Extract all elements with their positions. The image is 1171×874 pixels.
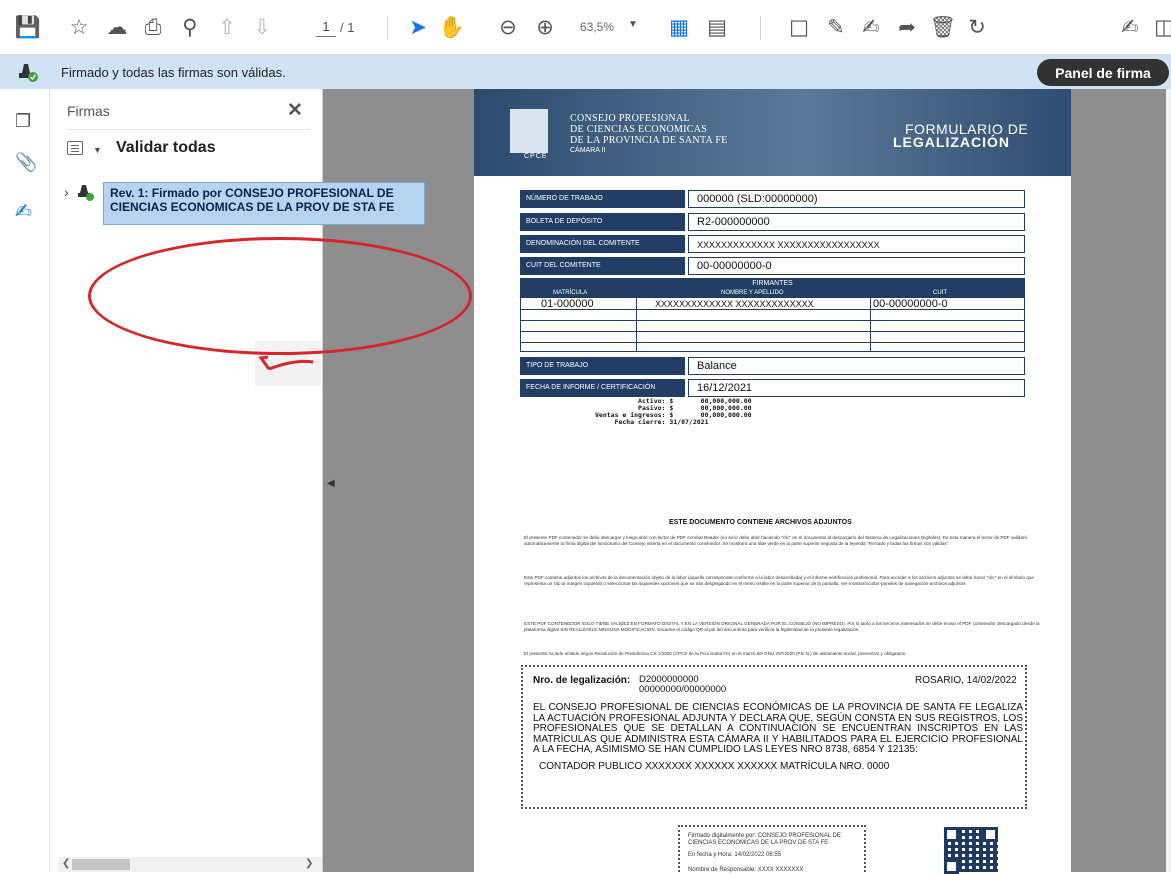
financial-summary: Activo: $ 00,000,000.00 Pasivo: $ 00,000… xyxy=(595,397,752,426)
signatures-panel: Firmas ✕ ▼ Validar todas › Rev. 1: Firma… xyxy=(50,89,472,872)
cpce-logo xyxy=(510,109,548,153)
collapse-panel-icon[interactable]: ◀ xyxy=(327,478,335,489)
org-name: CONSEJO PROFESIONAL DE CIENCIAS ECONOMIC… xyxy=(570,113,728,146)
legalization-label: Nro. de legalización: xyxy=(533,675,631,686)
navigation-rail: ❐ 📎 ✍ xyxy=(0,89,50,872)
table-rule xyxy=(636,289,637,352)
table-rule xyxy=(870,289,871,352)
camara-label: CÁMARA II xyxy=(570,147,606,154)
signed-date: En fecha y Hora: 14/02/2022 08:55 xyxy=(688,852,782,858)
field-value: XXXXXXXXXXXXX XXXXXXXXXXXXXXXXX xyxy=(688,235,1025,253)
field-value: 00-00000000-0 xyxy=(688,257,1025,275)
zoom-level[interactable]: 63,5% xyxy=(580,20,614,34)
field-label: CUIT DEL COMITENTE xyxy=(520,257,685,275)
cpce-label: CPCE xyxy=(524,153,548,160)
signature-valid-icon xyxy=(19,64,38,82)
firmantes-header: MATRÍCULA NOMBRE Y APELLIDO CUIT xyxy=(521,289,1024,298)
table-rule xyxy=(521,342,1024,343)
legalization-box: Nro. de legalización: D2000000000 000000… xyxy=(521,665,1027,809)
delete-icon[interactable]: 🗑 xyxy=(929,12,957,42)
page-total: / 1 xyxy=(340,20,355,35)
firmantes-title: FIRMANTES xyxy=(521,279,1024,289)
highlight-pen-icon[interactable]: ✎ xyxy=(822,12,850,42)
select-cursor-icon[interactable]: ➤ xyxy=(404,12,432,42)
comment-icon[interactable]: □ xyxy=(785,12,813,42)
attachments-clip-icon[interactable]: 📎 xyxy=(15,152,37,173)
firmantes-table: FIRMANTES MATRÍCULA NOMBRE Y APELLIDO CU… xyxy=(520,278,1025,352)
field-value: R2-000000000 xyxy=(688,213,1025,231)
field-value: 16/12/2021 xyxy=(688,379,1025,397)
instructions-paragraph: El presente ha sido emitido según Resolu… xyxy=(524,651,906,656)
save-icon[interactable]: 💾 xyxy=(14,12,42,42)
panel-divider xyxy=(67,129,310,130)
field-label: FECHA DE INFORME / CERTIFICACIÓN xyxy=(520,379,685,397)
legalization-date: ROSARIO, 14/02/2022 xyxy=(915,675,1017,686)
document-header: CONSEJO PROFESIONAL DE CIENCIAS ECONOMIC… xyxy=(474,89,1071,176)
vertical-scrollbar[interactable] xyxy=(1166,89,1171,872)
field-label: TIPO DE TRABAJO xyxy=(520,357,685,375)
zoom-search-icon[interactable]: ⚲ xyxy=(176,12,204,42)
more-tools-icon[interactable]: ◫ xyxy=(1150,12,1171,42)
signed-by: Firmado digitalmente por: CONSEJO PROFES… xyxy=(688,833,841,846)
zoom-in-icon[interactable]: ⊕ xyxy=(531,12,559,42)
signature-status-text: Firmado y todas las firmas son válidas. xyxy=(61,65,286,80)
scroll-left-icon[interactable]: ❮ xyxy=(62,858,70,869)
share-icon[interactable]: ➦ xyxy=(893,12,921,42)
upload-cloud-icon[interactable]: ☁ xyxy=(103,12,131,42)
signature-status-bar: Firmado y todas las firmas son válidas. xyxy=(0,55,1171,89)
expand-chevron-icon[interactable]: › xyxy=(64,184,69,200)
signature-panel-button[interactable]: Panel de firma xyxy=(1037,59,1169,86)
pdf-page: CONSEJO PROFESIONAL DE CIENCIAS ECONOMIC… xyxy=(474,89,1071,874)
bookmark-star-icon[interactable]: ☆ xyxy=(65,12,93,42)
legalization-number: D2000000000 00000000/00000000 xyxy=(639,674,727,695)
zoom-dropdown-icon[interactable]: ▼ xyxy=(628,19,638,30)
field-label: BOLETA DE DEPÓSITO xyxy=(520,213,685,231)
legalization-text: EL CONSEJO PROFESIONAL DE CIENCIAS ECONÓ… xyxy=(533,702,1023,755)
toolbar: 💾 ☆ ☁ ⎙ ⚲ ⇧ ⇩ 1 / 1 ➤ ✋ ⊖ ⊕ 63,5% ▼ ▦ ▤ … xyxy=(0,0,1171,55)
scrollbar-thumb[interactable] xyxy=(72,859,130,870)
page-number-input[interactable]: 1 xyxy=(316,19,336,37)
fit-page-icon[interactable]: ▦ xyxy=(665,12,693,42)
instructions-paragraph: El presente PDF contenedor se debe desca… xyxy=(524,535,1027,546)
read-mode-icon[interactable]: ▤ xyxy=(703,12,731,42)
sign-icon[interactable]: ✍ xyxy=(857,12,885,42)
hand-tool-icon[interactable]: ✋ xyxy=(438,12,466,42)
page-up-icon[interactable]: ⇧ xyxy=(213,12,241,42)
contador-line: CONTADOR PUBLICO XXXXXXX XXXXXX XXXXXX M… xyxy=(539,761,890,772)
toolbar-divider xyxy=(760,16,761,40)
validate-all-button[interactable]: Validar todas xyxy=(116,139,216,157)
rotate-icon[interactable]: ↻ xyxy=(963,12,991,42)
form-title-line2: LEGALIZACIÓN xyxy=(893,134,1010,150)
attachments-title: ESTE DOCUMENTO CONTIENE ARCHIVOS ADJUNTO… xyxy=(669,519,852,526)
close-icon[interactable]: ✕ xyxy=(287,99,303,122)
chevron-down-icon[interactable]: ▼ xyxy=(93,145,102,155)
table-rule xyxy=(521,331,1024,332)
signature-valid-icon xyxy=(78,185,94,201)
fill-sign-icon[interactable]: ✍ xyxy=(1116,12,1144,42)
zoom-out-icon[interactable]: ⊖ xyxy=(494,12,522,42)
signature-entry[interactable]: Rev. 1: Firmado por CONSEJO PROFESIONAL … xyxy=(103,182,425,225)
instructions-paragraph: ESTE PDF CONTENEDOR SOLO TIENE VALIDEZ E… xyxy=(524,621,1040,632)
table-rule xyxy=(521,309,1024,310)
qr-code xyxy=(944,827,998,874)
signatures-pen-icon[interactable]: ✍ xyxy=(15,199,32,223)
panel-title: Firmas xyxy=(67,103,110,119)
field-label: DENOMINACIÓN DEL COMITENTE xyxy=(520,235,685,253)
field-value: Balance xyxy=(688,357,1025,375)
field-value: 000000 (SLD:00000000) xyxy=(688,190,1025,208)
field-label: NÚMERO DE TRABAJO xyxy=(520,190,685,208)
toolbar-divider xyxy=(387,16,388,40)
signed-name: Nombre de Responsable: XXXX XXXXXXX xyxy=(688,867,804,873)
page-thumbnails-icon[interactable]: ❐ xyxy=(15,111,31,132)
digital-signature-stamp: Firmado digitalmente por: CONSEJO PROFES… xyxy=(678,825,866,873)
annotation-ellipse xyxy=(88,237,472,355)
print-icon[interactable]: ⎙ xyxy=(139,12,167,42)
table-rule xyxy=(521,320,1024,321)
options-menu-icon[interactable] xyxy=(67,141,83,155)
page-down-icon[interactable]: ⇩ xyxy=(248,12,276,42)
scroll-right-icon[interactable]: ❯ xyxy=(305,858,313,869)
cell-nombre: XXXXXXXXXXXXX XXXXXXXXXXXXX xyxy=(655,299,814,309)
instructions-paragraph: Este PDF contiene adjuntos los archivos … xyxy=(524,575,1034,586)
